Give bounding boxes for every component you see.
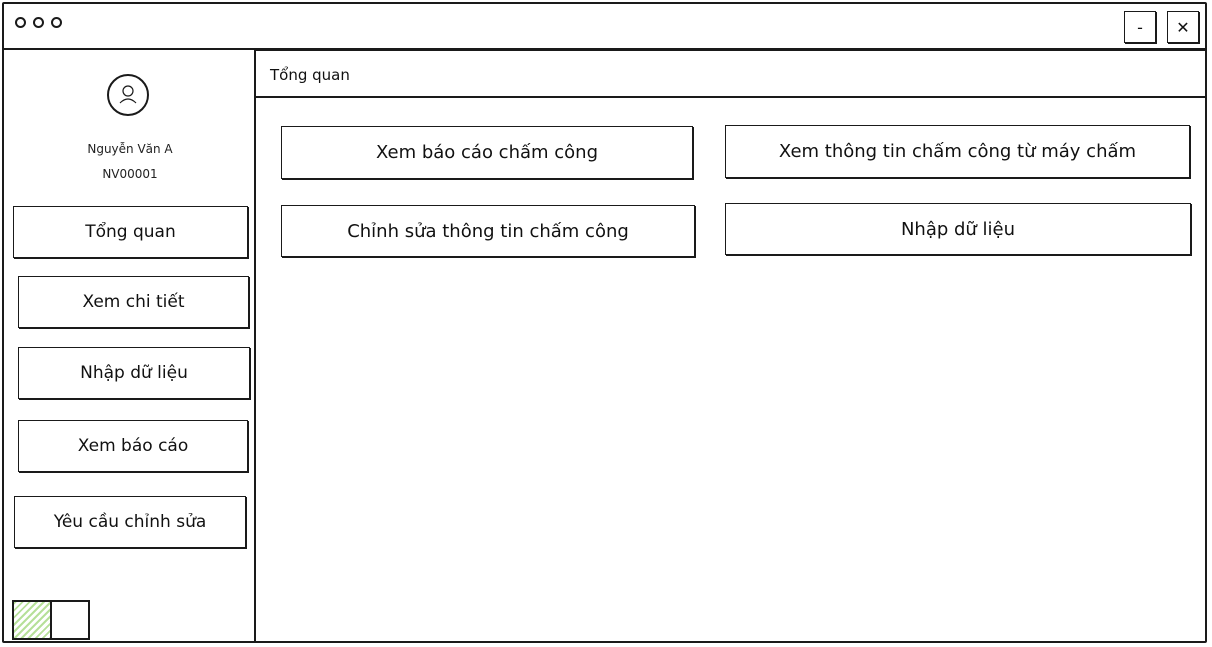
circle-icon[interactable] (33, 17, 44, 28)
sidebar-item-reports[interactable]: Xem báo cáo (18, 420, 248, 472)
sidebar-item-details[interactable]: Xem chi tiết (18, 276, 249, 328)
breadcrumb-bar: Tổng quan (256, 50, 1205, 98)
action-label: Xem thông tin chấm công từ máy chấm (778, 141, 1137, 162)
user-id: NV00001 (102, 167, 158, 181)
circle-icon[interactable] (15, 17, 26, 28)
user-icon (119, 85, 137, 104)
action-label: Nhập dữ liệu (900, 218, 1016, 240)
app-window: - ✕ Nguyễn Văn A NV00001 Tổng quan Xem c… (2, 2, 1207, 643)
toggle-switch[interactable] (12, 600, 90, 640)
main-content: Tổng quan Xem báo cáo chấm công Xem thôn… (256, 50, 1205, 641)
minimize-button[interactable]: - (1124, 11, 1156, 43)
user-name: Nguyễn Văn A (87, 142, 173, 156)
sidebar-item-import-data[interactable]: Nhập dữ liệu (18, 347, 250, 399)
sidebar-item-label: Xem chi tiết (82, 292, 185, 312)
view-attendance-report-button[interactable]: Xem báo cáo chấm công (281, 126, 693, 179)
toggle-on-indicator (14, 602, 52, 638)
import-data-button[interactable]: Nhập dữ liệu (725, 203, 1191, 255)
circle-icon[interactable] (51, 17, 62, 28)
breadcrumb: Tổng quan (270, 66, 350, 84)
sidebar: Nguyễn Văn A NV00001 Tổng quan Xem chi t… (4, 50, 256, 641)
title-bar: - ✕ (4, 4, 1205, 50)
sidebar-item-label: Xem báo cáo (77, 436, 189, 456)
sidebar-item-label: Nhập dữ liệu (80, 363, 188, 383)
avatar[interactable] (107, 74, 149, 116)
sidebar-item-label: Yêu cầu chỉnh sửa (53, 512, 207, 532)
close-button[interactable]: ✕ (1167, 11, 1199, 43)
sidebar-item-label: Tổng quan (85, 222, 176, 242)
sidebar-item-overview[interactable]: Tổng quan (13, 206, 248, 258)
action-label: Xem báo cáo chấm công (375, 142, 599, 163)
edit-attendance-button[interactable]: Chỉnh sửa thông tin chấm công (281, 205, 695, 257)
sidebar-item-edit-request[interactable]: Yêu cầu chỉnh sửa (14, 496, 246, 548)
view-machine-attendance-button[interactable]: Xem thông tin chấm công từ máy chấm (725, 125, 1190, 178)
action-label: Chỉnh sửa thông tin chấm công (347, 220, 629, 242)
